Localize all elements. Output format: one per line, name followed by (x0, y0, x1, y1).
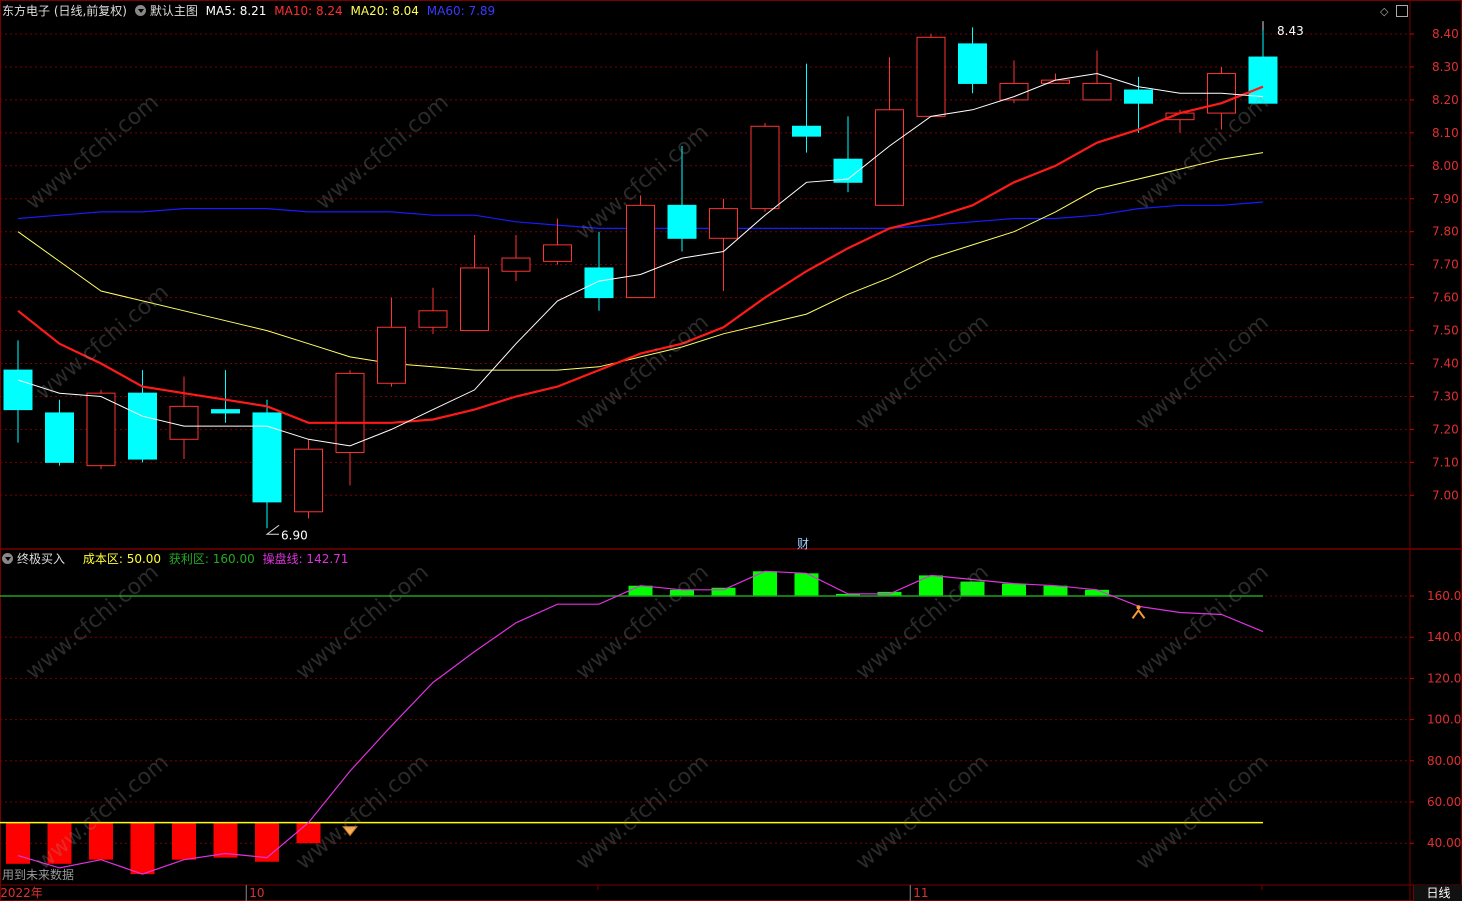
control-line-value: 操盘线: 142.71 (262, 552, 349, 566)
main-y-tick-label: 7.20 (1432, 422, 1459, 436)
future-data-notice: 用到未来数据 (2, 868, 75, 882)
main-y-tick-label: 7.10 (1432, 455, 1459, 469)
stock-title[interactable]: 东方电子 (日线,前复权) (2, 4, 127, 18)
candle-up[interactable] (418, 310, 448, 328)
candle-up[interactable] (294, 448, 323, 513)
buy-signal-icon[interactable] (341, 826, 359, 837)
candle-down[interactable] (792, 125, 821, 137)
main-y-tick-label: 7.60 (1432, 291, 1459, 305)
ma10-value: MA10: 8.24 (274, 4, 343, 18)
cost-bar (130, 822, 155, 875)
candle-up[interactable] (999, 82, 1029, 101)
profit-bar (670, 589, 694, 596)
kline-chart-svg[interactable]: 8.40 8.30 8.20 8.10 8.00 7.90 7.80 7.70 7.60 7.50… (0, 0, 1462, 901)
sub-y-tick-label: 60.00 (1427, 795, 1461, 809)
profit-zone-value: 获利区: 160.00 (168, 552, 255, 566)
candle-up[interactable] (460, 267, 489, 332)
maximize-icon[interactable] (1396, 5, 1408, 17)
candle-up[interactable] (335, 372, 365, 453)
indicator-dropdown-icon[interactable] (2, 553, 13, 564)
candle-up[interactable] (86, 392, 116, 467)
finance-marker[interactable]: 财 (797, 535, 809, 552)
cost-bar (89, 822, 113, 860)
main-y-tick-label: 7.90 (1432, 192, 1459, 206)
sell-signal-icon[interactable] (1131, 608, 1146, 619)
main-y-tick-label: 8.20 (1432, 93, 1459, 107)
high-price-label: 8.43 (1277, 24, 1304, 38)
candle-down[interactable] (3, 369, 33, 411)
diamond-icon[interactable]: ◇ (1380, 5, 1388, 18)
main-y-tick-label: 7.80 (1432, 225, 1459, 239)
main-y-tick-label: 7.70 (1432, 258, 1459, 272)
x-axis-label: 2022年 (0, 886, 43, 900)
candle-up[interactable] (916, 36, 946, 117)
x-axis-label: 11 (913, 886, 928, 900)
main-y-tick-label: 8.40 (1432, 27, 1459, 41)
main-y-tick-label: 8.10 (1432, 126, 1459, 140)
candle-up[interactable] (750, 125, 780, 210)
indicator-header: 终极买入 成本区: 50.00 获利区: 160.00 操盘线: 142.71 (2, 549, 352, 569)
profit-bar (1043, 585, 1068, 596)
candle-up[interactable] (626, 204, 655, 299)
outer-frame (0, 0, 1462, 901)
candle-down[interactable] (128, 392, 157, 460)
sub-y-tick-label: 140.00 (1427, 630, 1462, 644)
main-y-tick-label: 7.50 (1432, 324, 1459, 338)
low-price-label: 6.90 (281, 528, 308, 542)
profit-bar (628, 585, 653, 596)
candle-down[interactable] (45, 412, 74, 463)
main-y-tick-label: 7.30 (1432, 389, 1459, 403)
ma60-value: MA60: 7.89 (426, 4, 496, 18)
candle-up[interactable] (709, 208, 738, 239)
candle-down[interactable] (667, 204, 697, 239)
sub-y-tick-label: 40.00 (1427, 836, 1461, 850)
cost-bar (296, 822, 321, 844)
candle-up[interactable] (1082, 82, 1112, 101)
main-chart-header: 东方电子 (日线,前复权) 默认主图 MA5: 8.21 MA10: 8.24 … (2, 1, 499, 21)
period-button[interactable]: 日线 (1413, 885, 1462, 901)
cost-bar (213, 822, 238, 858)
main-y-tick-label: 7.00 (1432, 488, 1459, 502)
cost-bar (47, 822, 72, 864)
ma5-value: MA5: 8.21 (205, 4, 267, 18)
cost-bar (172, 822, 196, 860)
profit-bar (794, 573, 819, 596)
sub-y-tick-label: 160.0 (1427, 589, 1461, 603)
ma20-value: MA20: 8.04 (350, 4, 419, 18)
main-y-tick-label: 8.00 (1432, 159, 1459, 173)
candle-up[interactable] (875, 109, 904, 206)
indicator-name[interactable]: 终极买入 (17, 552, 65, 566)
sub-y-tick-label: 120.00 (1427, 671, 1462, 685)
profit-bar (960, 581, 985, 596)
template-dropdown-icon[interactable] (134, 5, 146, 16)
sub-y-tick-label: 100.00 (1427, 713, 1462, 727)
candle-down[interactable] (1124, 89, 1153, 104)
low-arrow (265, 524, 280, 535)
candle-up[interactable] (169, 405, 199, 440)
x-axis-label: 10 (249, 886, 264, 900)
main-y-tick-label: 7.40 (1432, 357, 1459, 371)
profit-bar (1002, 583, 1026, 596)
template-name[interactable]: 默认主图 (150, 4, 198, 18)
sub-y-tick-label: 80.00 (1427, 754, 1461, 768)
candle-down[interactable] (584, 267, 614, 299)
control-line (17, 570, 1264, 875)
candle-down[interactable] (211, 409, 240, 414)
candle-up[interactable] (377, 326, 406, 384)
main-y-tick-label: 8.30 (1432, 60, 1459, 74)
candle-up[interactable] (543, 244, 572, 262)
cost-bar (255, 822, 279, 862)
candle-down[interactable] (958, 43, 987, 84)
candle-up[interactable] (501, 257, 531, 272)
cost-zone-value: 成本区: 50.00 (82, 552, 162, 566)
profit-bar (711, 587, 736, 596)
